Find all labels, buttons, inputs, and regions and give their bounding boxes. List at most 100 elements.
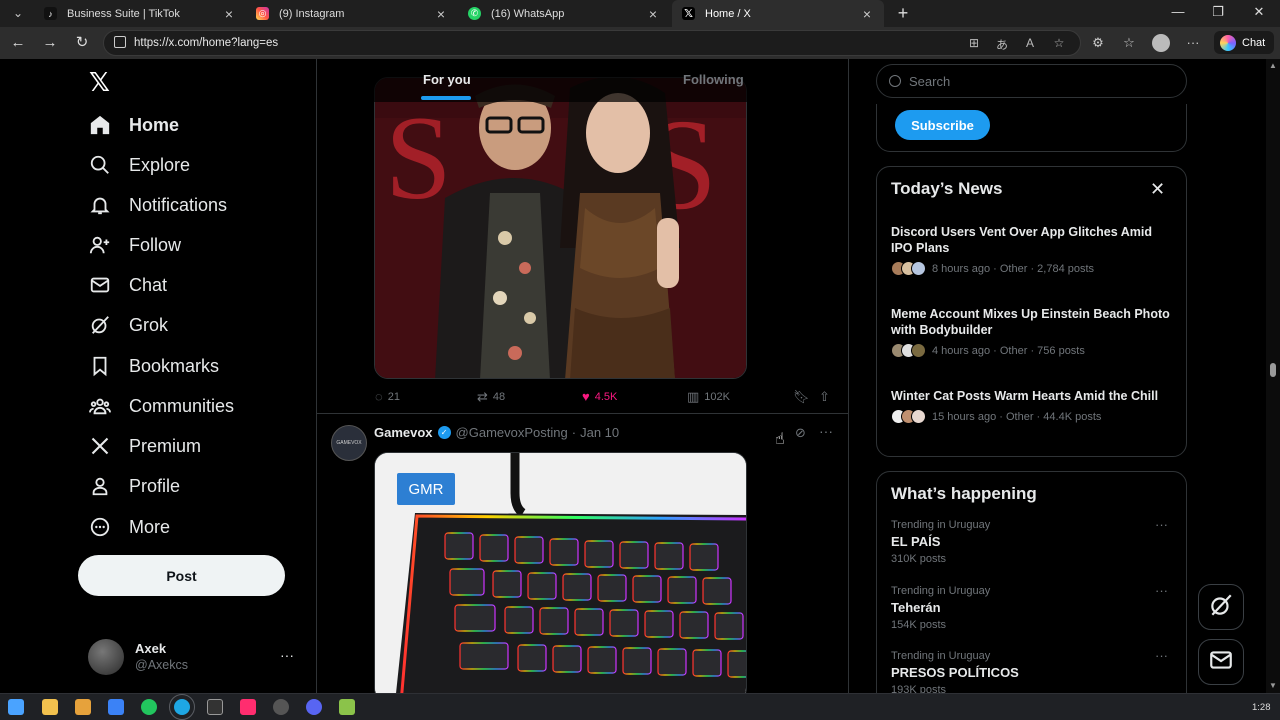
- nav-item-grok[interactable]: Grok: [88, 307, 168, 343]
- nav-item-chat[interactable]: Chat: [88, 267, 167, 303]
- subscribe-button[interactable]: Subscribe: [895, 110, 990, 140]
- search-box[interactable]: [876, 64, 1187, 98]
- share-button[interactable]: ⇧: [819, 389, 835, 405]
- tab-following[interactable]: Following: [683, 72, 744, 87]
- restore-icon[interactable]: ❐: [1208, 4, 1228, 20]
- scroll-down-icon[interactable]: ▼: [1269, 681, 1277, 690]
- instagram-icon: ◎: [256, 7, 269, 20]
- news-item[interactable]: Discord Users Vent Over App Glitches Ami…: [891, 224, 1176, 276]
- nav-item-follow[interactable]: Follow: [88, 227, 181, 263]
- trend-more-icon[interactable]: ···: [1155, 648, 1168, 663]
- search-input[interactable]: [909, 73, 1159, 89]
- nav-item-notifications[interactable]: Notifications: [88, 187, 227, 223]
- bookmark-button[interactable]: 🔖︎: [793, 389, 815, 405]
- author-name[interactable]: Gamevox: [374, 425, 433, 440]
- tab-actions-chevron-icon[interactable]: ⌄: [6, 4, 30, 22]
- site-info-icon[interactable]: [114, 36, 126, 48]
- favorites-icon[interactable]: ☆: [1120, 35, 1138, 51]
- translate-icon[interactable]: あ: [994, 36, 1010, 53]
- minimize-icon[interactable]: —: [1168, 4, 1188, 19]
- app-icon[interactable]: [339, 699, 355, 715]
- close-tab-icon[interactable]: ×: [434, 6, 448, 22]
- new-tab-button[interactable]: +: [893, 3, 913, 24]
- tweet-media-photo[interactable]: S S: [374, 77, 747, 379]
- nav-item-explore[interactable]: Explore: [88, 147, 190, 183]
- tweet-more-icon[interactable]: ···: [819, 423, 833, 439]
- nav-item-profile[interactable]: Profile: [88, 468, 180, 504]
- news-item[interactable]: Meme Account Mixes Up Einstein Beach Pho…: [891, 306, 1176, 358]
- reply-button[interactable]: ◌ 21: [375, 389, 400, 404]
- tweet-date[interactable]: Jan 10: [580, 425, 619, 440]
- close-tab-icon[interactable]: ×: [860, 6, 874, 22]
- url-text[interactable]: https://x.com/home?lang=es: [134, 37, 278, 49]
- grok-icon[interactable]: ⊘: [795, 425, 806, 441]
- edge-icon[interactable]: [169, 694, 195, 720]
- file-explorer-icon[interactable]: [42, 699, 58, 715]
- menu-ellipsis-icon[interactable]: ···: [1184, 35, 1202, 50]
- scrollbar-thumb[interactable]: [1270, 363, 1276, 377]
- store-icon[interactable]: [75, 699, 91, 715]
- close-tab-icon[interactable]: ×: [222, 6, 236, 22]
- trend-item[interactable]: Trending in Uruguay PRESOS POLÍTICOS 193…: [891, 648, 1176, 693]
- back-arrow-icon[interactable]: ←: [8, 33, 28, 53]
- grok-floating-button[interactable]: [1198, 584, 1244, 630]
- windows-start-icon[interactable]: [8, 699, 24, 715]
- trend-more-icon[interactable]: ···: [1155, 517, 1168, 532]
- trend-context: Trending in Uruguay: [891, 585, 991, 597]
- nav-item-home[interactable]: Home: [88, 107, 179, 143]
- retweet-icon: ⇄: [477, 389, 488, 404]
- browser-tab-instagram[interactable]: ◎ (9) Instagram ×: [246, 0, 458, 27]
- post-button[interactable]: Post: [78, 555, 285, 596]
- trend-topic: PRESOS POLÍTICOS: [891, 665, 1019, 680]
- x-logo-icon[interactable]: 𝕏: [89, 67, 110, 98]
- nav-item-premium[interactable]: Premium: [88, 428, 201, 464]
- extensions-icon[interactable]: ⚙: [1089, 35, 1107, 51]
- reload-icon[interactable]: ↻: [72, 33, 92, 53]
- browser-tab-whatsapp[interactable]: ✆ (16) WhatsApp ×: [458, 0, 670, 27]
- profile-avatar-icon[interactable]: [1152, 34, 1170, 52]
- search-icon: [88, 153, 112, 177]
- favorite-star-icon[interactable]: ☆: [1051, 36, 1067, 50]
- whats-happening-card: What’s happening Trending in Uruguay EL …: [876, 471, 1187, 693]
- discord-icon[interactable]: [306, 699, 322, 715]
- read-aloud-icon[interactable]: A: [1022, 36, 1038, 50]
- browser-tab-x[interactable]: 𝕏 Home / X ×: [672, 0, 884, 27]
- tweet-media-photo[interactable]: GMR: [374, 452, 747, 693]
- close-icon[interactable]: ✕: [1150, 179, 1165, 200]
- terminal-icon[interactable]: [207, 699, 223, 715]
- copilot-chat-button[interactable]: Chat: [1214, 31, 1274, 54]
- nav-label: Follow: [129, 234, 182, 255]
- account-more-icon[interactable]: ···: [280, 647, 294, 663]
- retweet-button[interactable]: ⇄ 48: [477, 389, 505, 405]
- tiktok-app-icon[interactable]: [240, 699, 256, 715]
- nav-item-more[interactable]: More: [88, 509, 170, 545]
- card-title: Today’s News: [891, 179, 1003, 198]
- account-switcher[interactable]: Axek @Axekcs ···: [88, 639, 306, 675]
- chrome-icon[interactable]: [141, 699, 157, 715]
- tab-for-you[interactable]: For you: [423, 72, 471, 87]
- author-handle[interactable]: @GamevoxPosting: [456, 425, 568, 440]
- page-scrollbar[interactable]: ▲ ▼: [1266, 59, 1280, 693]
- close-window-icon[interactable]: ✕: [1249, 4, 1269, 20]
- address-bar[interactable]: https://x.com/home?lang=es ⊞ あ A ☆: [103, 30, 1081, 56]
- browser-tab-tiktok[interactable]: ♪ Business Suite | TikTok ×: [34, 0, 246, 27]
- mail-icon[interactable]: [108, 699, 124, 715]
- avatar[interactable]: GAMEVOX: [331, 425, 367, 461]
- forward-arrow-icon[interactable]: →: [40, 33, 60, 53]
- news-headline: Meme Account Mixes Up Einstein Beach Pho…: [891, 307, 1170, 337]
- nav-item-communities[interactable]: Communities: [88, 388, 234, 424]
- like-button[interactable]: ♥ 4.5K: [582, 389, 617, 404]
- close-tab-icon[interactable]: ×: [646, 6, 660, 22]
- trend-more-icon[interactable]: ···: [1155, 583, 1168, 598]
- app-grid-icon[interactable]: ⊞: [966, 36, 982, 50]
- settings-icon[interactable]: [273, 699, 289, 715]
- trend-item[interactable]: Trending in Uruguay EL PAÍS 310K posts ·…: [891, 517, 1176, 565]
- trend-item[interactable]: Trending in Uruguay Teherán 154K posts ·…: [891, 583, 1176, 631]
- news-item[interactable]: Winter Cat Posts Warm Hearts Amid the Ch…: [891, 388, 1176, 424]
- grok-icon: [88, 313, 112, 337]
- messages-floating-button[interactable]: [1198, 639, 1244, 685]
- views-button[interactable]: ▥ 102K: [687, 389, 730, 405]
- scroll-up-icon[interactable]: ▲: [1269, 61, 1277, 70]
- nav-item-bookmarks[interactable]: Bookmarks: [88, 348, 219, 384]
- sidebar-nav: 𝕏 Home Explore Notifications Follow Chat…: [4, 59, 316, 693]
